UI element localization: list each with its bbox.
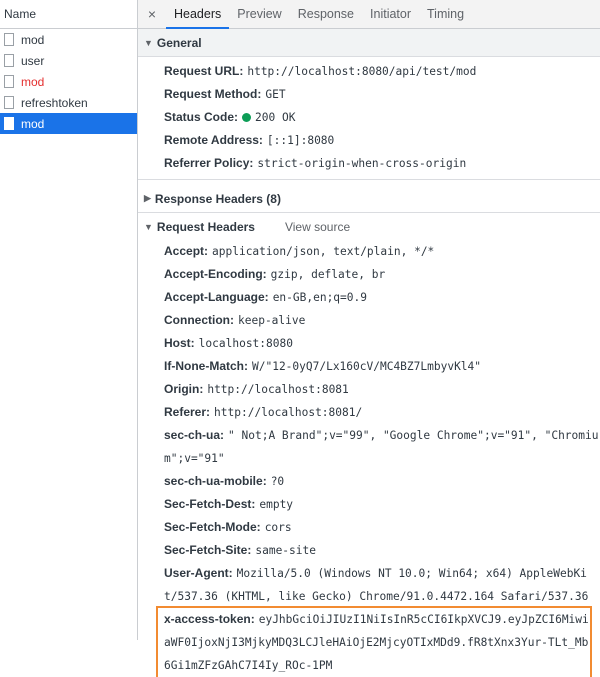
header-value: en-GB,en;q=0.9 <box>272 291 367 304</box>
header-row: Sec-Fetch-Mode: cors <box>138 516 600 539</box>
header-key: Accept-Encoding: <box>164 267 267 281</box>
header-row: Request Method: GET <box>138 83 600 106</box>
request-name: mod <box>21 74 45 89</box>
general-section-header[interactable]: ▼ General <box>138 29 600 57</box>
response-headers-section-header[interactable]: ▶ Response Headers (8) <box>138 185 600 212</box>
header-value: gzip, deflate, br <box>270 268 386 281</box>
request-row[interactable]: mod <box>0 113 137 134</box>
header-row: Accept: application/json, text/plain, */* <box>138 240 600 263</box>
response-headers-title: Response Headers (8) <box>154 191 281 206</box>
header-key: Accept: <box>164 244 209 258</box>
request-row[interactable]: mod <box>0 29 137 50</box>
header-key: Request URL: <box>164 64 244 78</box>
request-headers-title: Request Headers <box>156 219 255 234</box>
header-key: Host: <box>164 336 195 350</box>
header-value: GET <box>265 88 286 101</box>
tab-timing[interactable]: Timing <box>419 0 472 28</box>
header-row: User-Agent: Mozilla/5.0 (Windows NT 10.0;… <box>138 562 600 608</box>
details-tabbar: × Headers Preview Response Initiator Timing <box>138 0 600 29</box>
details-panel: × Headers Preview Response Initiator Timing … <box>138 0 600 677</box>
general-title: General <box>156 35 202 50</box>
header-key: Referrer Policy: <box>164 156 254 170</box>
header-row: Status Code: 200 OK <box>138 106 600 129</box>
header-value: localhost:8080 <box>198 337 293 350</box>
header-row: sec-ch-ua-mobile: ?0 <box>138 470 600 493</box>
header-value: ?0 <box>270 475 285 488</box>
header-row: Request URL: http://localhost:8080/api/te… <box>138 60 600 83</box>
tab-response[interactable]: Response <box>290 0 362 28</box>
header-key: Origin: <box>164 382 204 396</box>
header-row: Referrer Policy: strict-origin-when-cross… <box>138 152 600 175</box>
header-value: keep-alive <box>238 314 306 327</box>
document-icon <box>4 117 14 130</box>
expanded-triangle-icon: ▼ <box>144 37 153 48</box>
header-value: empty <box>259 498 294 511</box>
name-column-header[interactable]: Name <box>0 0 137 29</box>
header-key: User-Agent: <box>164 566 233 580</box>
header-value: [::1]:8080 <box>266 134 335 147</box>
header-value: http://localhost:8081 <box>207 383 349 396</box>
header-row: Origin: http://localhost:8081 <box>138 378 600 401</box>
request-headers-section-header[interactable]: ▼ Request Headers View source <box>138 212 600 240</box>
highlighted-token-row: x-access-token: eyJhbGciOiJIUzI1NiIsInR5c… <box>156 606 592 677</box>
header-row: Host: localhost:8080 <box>138 332 600 355</box>
collapsed-triangle-icon: ▶ <box>144 193 151 203</box>
request-row[interactable]: user <box>0 50 137 71</box>
header-value: application/json, text/plain, */* <box>212 245 435 258</box>
tab-preview[interactable]: Preview <box>229 0 289 28</box>
status-ok-icon <box>242 113 252 122</box>
header-key: Remote Address: <box>164 133 263 147</box>
header-key: Sec-Fetch-Site: <box>164 543 252 557</box>
close-icon[interactable]: × <box>138 6 166 22</box>
header-key: Connection: <box>164 313 234 327</box>
header-row: Sec-Fetch-Dest: empty <box>138 493 600 516</box>
header-value: same-site <box>255 544 316 557</box>
header-key: Referer: <box>164 405 211 419</box>
document-icon <box>4 75 14 88</box>
header-key: x-access-token: <box>164 612 255 626</box>
request-name: user <box>21 53 45 68</box>
header-value: http://localhost:8080/api/test/mod <box>247 65 477 78</box>
header-key: Status Code: <box>164 110 239 124</box>
tab-headers[interactable]: Headers <box>166 0 230 29</box>
header-row: Connection: keep-alive <box>138 309 600 332</box>
header-row: sec-ch-ua: " Not;A Brand";v="99", "Google… <box>138 424 600 470</box>
request-name: mod <box>21 32 45 47</box>
header-key: sec-ch-ua: <box>164 428 225 442</box>
document-icon <box>4 33 14 46</box>
header-row: If-None-Match: W/"12-0yQ7/Lx160cV/MC4BZ7L… <box>138 355 600 378</box>
header-row: Sec-Fetch-Site: same-site <box>138 539 600 562</box>
document-icon <box>4 54 14 67</box>
header-row: Referer: http://localhost:8081/ <box>138 401 600 424</box>
header-key: sec-ch-ua-mobile: <box>164 474 267 488</box>
header-value: W/"12-0yQ7/Lx160cV/MC4BZ7LmbyvKl4" <box>252 360 482 373</box>
header-value: " Not;A Brand";v="99", "Google Chrome";v… <box>164 429 599 465</box>
request-row[interactable]: refreshtoken <box>0 92 137 113</box>
request-name: refreshtoken <box>21 95 88 110</box>
tab-initiator[interactable]: Initiator <box>362 0 419 28</box>
header-value: http://localhost:8081/ <box>214 406 363 419</box>
header-key: If-None-Match: <box>164 359 248 373</box>
header-key: Sec-Fetch-Mode: <box>164 520 261 534</box>
header-row: Accept-Encoding: gzip, deflate, br <box>138 263 600 286</box>
header-row: Accept-Language: en-GB,en;q=0.9 <box>138 286 600 309</box>
expanded-triangle-icon: ▼ <box>144 221 153 232</box>
header-value: cors <box>264 521 292 534</box>
header-value: strict-origin-when-cross-origin <box>257 157 467 170</box>
request-list-panel: Name mod user mod refreshtoken mod <box>0 0 138 640</box>
request-row[interactable]: mod <box>0 71 137 92</box>
header-row: Remote Address: [::1]:8080 <box>138 129 600 152</box>
header-key: Accept-Language: <box>164 290 269 304</box>
view-source-link[interactable]: View source <box>285 220 350 234</box>
header-key: Sec-Fetch-Dest: <box>164 497 256 511</box>
header-value: 200 OK <box>255 111 296 124</box>
document-icon <box>4 96 14 109</box>
header-key: Request Method: <box>164 87 262 101</box>
request-name: mod <box>21 116 45 131</box>
